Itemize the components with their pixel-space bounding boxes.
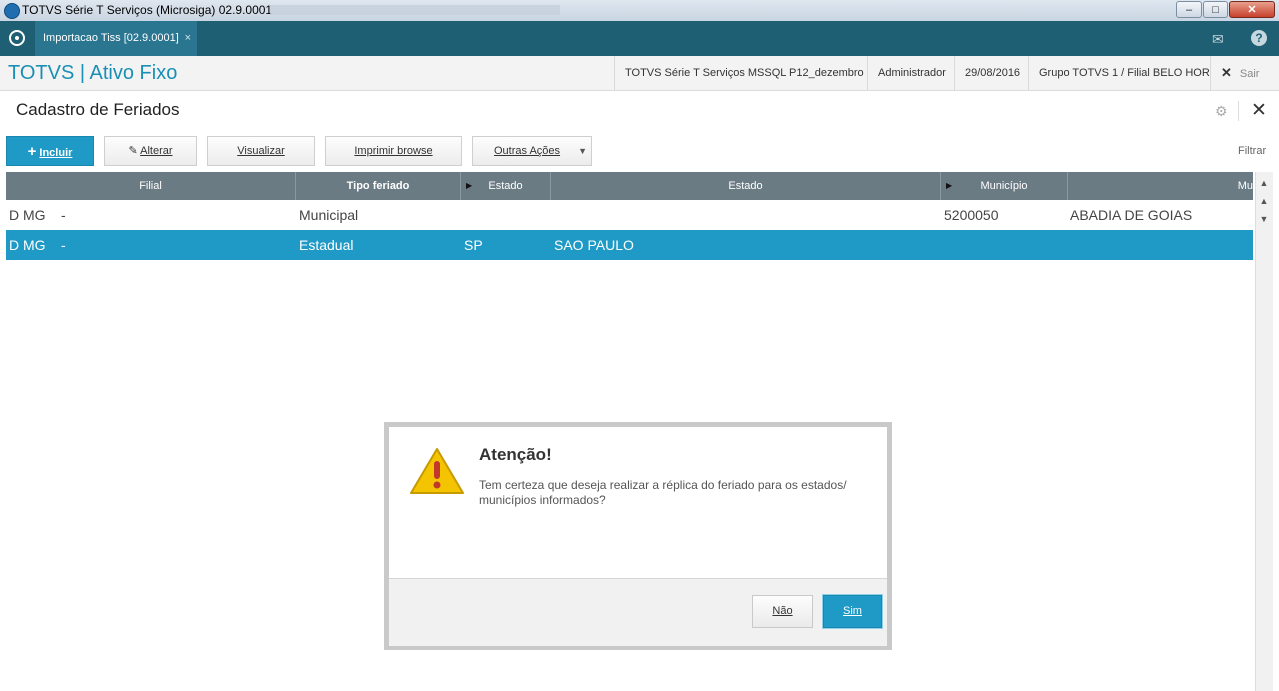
close-icon: ✕ <box>1221 65 1232 80</box>
tab-label: Importacao Tiss [02.9.0001] <box>43 32 179 44</box>
no-button[interactable]: Não <box>752 595 813 628</box>
cell-tipo: Estadual <box>299 237 354 253</box>
company-info: Grupo TOTVS 1 / Filial BELO HOR <box>1028 56 1210 90</box>
window-close-button[interactable]: ✕ <box>1229 1 1275 18</box>
dialog-message: Tem certeza que deseja realizar a réplic… <box>479 478 847 507</box>
plus-icon: + <box>27 143 37 160</box>
blurred-title-area <box>270 5 560 15</box>
vertical-scrollbar[interactable]: ▲ ▲ ▼ <box>1255 172 1273 691</box>
cell-filial: D MG <box>9 237 46 253</box>
imprimir-label: Imprimir browse <box>354 145 433 157</box>
no-label: Não <box>772 605 793 617</box>
gear-icon[interactable]: ⚙ <box>1215 103 1228 120</box>
scroll-up-icon[interactable]: ▲ <box>1258 194 1270 208</box>
exit-button[interactable]: ✕ Sair <box>1210 56 1279 90</box>
table-row-selected[interactable]: D MG - Estadual SP SAO PAULO <box>6 230 1253 260</box>
cell-municipio: ABADIA DE GOIAS <box>1070 207 1193 223</box>
confirm-dialog: Atenção! Tem certeza que deseja realizar… <box>389 427 887 646</box>
pencil-icon: ✎ <box>128 145 138 157</box>
alterar-label: Alterar <box>140 145 173 157</box>
column-header-municipio[interactable]: ▶ Município <box>941 172 1068 200</box>
cell-estado: SAO PAULO <box>554 237 634 253</box>
grid-header: Filial Tipo feriado ▶ Estado Estado ▶ Muni… <box>6 172 1253 200</box>
cell-codigo-municipio: 5200050 <box>944 207 999 223</box>
exit-label: Sair <box>1239 68 1260 80</box>
table-row[interactable]: D MG - Municipal 5200050 ABADIA DE GOIAS <box>6 200 1253 230</box>
sort-arrow-icon: ▶ <box>946 181 953 190</box>
minimize-button[interactable]: – <box>1176 1 1202 18</box>
outras-acoes-dropdown[interactable]: Outras Ações ▼ <box>472 136 592 166</box>
filtrar-link[interactable]: Filtrar <box>1238 145 1266 157</box>
tab-importacao-tiss[interactable]: Importacao Tiss [02.9.0001] × <box>35 21 197 56</box>
chevron-down-icon: ▼ <box>578 146 587 156</box>
column-header-filial[interactable]: Filial <box>6 172 296 200</box>
totvs-logo-icon[interactable] <box>9 30 25 46</box>
cell-filial: D MG <box>9 207 46 223</box>
window-titlebar: TOTVS Série T Serviços (Microsiga) 02.9.… <box>0 0 1279 22</box>
tab-bar: Importacao Tiss [02.9.0001] × ✉ ? <box>0 21 1279 56</box>
column-header-municipio-label: Município <box>980 180 1028 192</box>
incluir-button[interactable]: + Incluir <box>6 136 94 166</box>
yes-button[interactable]: Sim <box>823 595 882 628</box>
maximize-button[interactable]: □ <box>1203 1 1228 18</box>
alterar-button[interactable]: ✎ Alterar <box>104 136 197 166</box>
yes-label: Sim <box>843 605 862 617</box>
user-info: Administrador <box>867 56 954 90</box>
module-title: TOTVS | Ativo Fixo <box>8 62 178 84</box>
incluir-label: Incluir <box>39 147 73 159</box>
column-header-municipio-nome[interactable]: Mu <box>1068 172 1253 200</box>
date-info: 29/08/2016 <box>954 56 1028 90</box>
column-header-tipo-feriado[interactable]: Tipo feriado <box>296 172 461 200</box>
imprimir-browse-button[interactable]: Imprimir browse <box>325 136 462 166</box>
page-title: Cadastro de Feriados <box>16 100 180 119</box>
cell-separator: - <box>61 207 66 223</box>
cell-uf: SP <box>464 237 483 253</box>
divider <box>1238 101 1239 121</box>
column-header-estado-nome[interactable]: Estado <box>551 172 941 200</box>
dialog-title: Atenção! <box>479 445 552 464</box>
scroll-down-icon[interactable]: ▼ <box>1258 212 1270 226</box>
module-header: TOTVS | Ativo Fixo TOTVS Série T Serviço… <box>0 56 1279 91</box>
visualizar-button[interactable]: Visualizar <box>207 136 315 166</box>
close-icon[interactable]: ✕ <box>1251 99 1267 122</box>
visualizar-label: Visualizar <box>237 145 285 157</box>
outras-label: Outras Ações <box>494 145 561 157</box>
app-icon <box>4 3 20 19</box>
column-header-estado[interactable]: ▶ Estado <box>461 172 551 200</box>
cell-tipo: Municipal <box>299 207 359 223</box>
tab-close-icon[interactable]: × <box>185 21 191 56</box>
sort-arrow-icon: ▶ <box>466 181 473 190</box>
warning-icon <box>410 448 464 494</box>
cell-separator: - <box>61 237 66 253</box>
help-icon[interactable]: ? <box>1251 30 1267 46</box>
environment-info: TOTVS Série T Serviços MSSQL P12_dezembr… <box>614 56 867 90</box>
window-title: TOTVS Série T Serviços (Microsiga) 02.9.… <box>22 3 273 17</box>
column-header-estado-label: Estado <box>488 180 523 192</box>
scroll-top-icon[interactable]: ▲ <box>1258 176 1270 190</box>
mail-icon[interactable]: ✉ <box>1212 31 1224 48</box>
